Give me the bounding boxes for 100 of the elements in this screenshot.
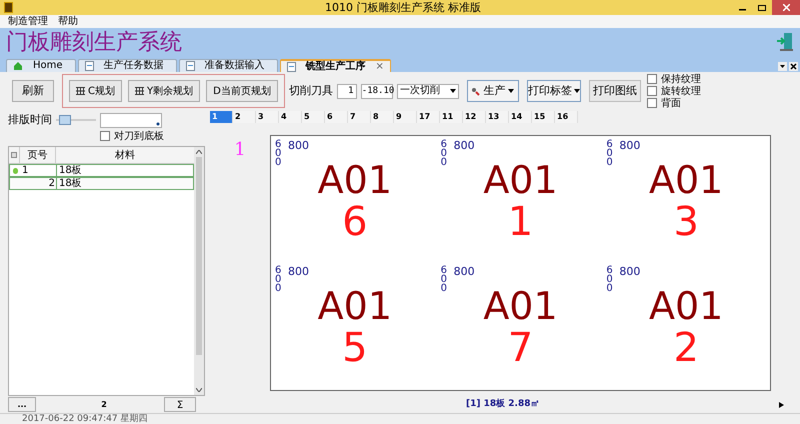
menu-item[interactable]: 制造管理	[8, 16, 48, 26]
page-tab[interactable]: 3	[256, 111, 279, 123]
plan-button[interactable]: Y剩余规划	[128, 80, 200, 102]
dropdown-arrow-icon[interactable]	[778, 62, 787, 71]
tool-number-field[interactable]: 1	[336, 84, 357, 98]
row-count: 2	[100, 398, 108, 410]
page-tab[interactable]: 6	[325, 111, 348, 123]
close-icon[interactable]	[789, 62, 798, 71]
document-icon	[286, 62, 296, 72]
produce-button[interactable]: 生产	[466, 80, 519, 102]
option-label: 旋转纹理	[660, 86, 701, 96]
option-label: 背面	[660, 98, 681, 108]
search-field[interactable]	[100, 112, 162, 128]
document-icon	[84, 61, 94, 71]
table-row[interactable]: 2 18板	[9, 177, 194, 190]
checkbox[interactable]	[100, 131, 110, 141]
table-cell: 2	[21, 178, 57, 189]
more-button[interactable]: ...	[8, 397, 36, 412]
checkbox[interactable]	[646, 86, 657, 96]
page-tab[interactable]: 12	[463, 111, 486, 123]
exit-door-icon[interactable]	[776, 32, 794, 52]
layout-time-label: 排版时间	[8, 112, 52, 128]
tab[interactable]: 铣型生产工序 ×	[280, 59, 391, 72]
part-number: 1	[508, 200, 534, 244]
plan-button[interactable]: D当前页规划	[206, 80, 278, 102]
page-tab[interactable]: 17	[417, 111, 440, 123]
tools-icon	[471, 86, 480, 96]
search-icon	[156, 122, 161, 126]
column-header: 材料	[114, 148, 136, 163]
part-width: 800	[619, 266, 640, 277]
table-row[interactable]: 1 18板	[9, 164, 194, 177]
slider-thumb[interactable]	[58, 115, 71, 125]
part-height: 600	[440, 266, 448, 293]
refresh-button[interactable]: 刷新	[12, 80, 54, 102]
scroll-down-icon[interactable]	[196, 388, 202, 392]
page-tab[interactable]: 8	[371, 111, 394, 123]
page-tab[interactable]: 16	[555, 111, 578, 123]
part-number: 3	[673, 200, 699, 244]
page-tab[interactable]: 2	[233, 111, 256, 123]
part-number: 2	[673, 326, 699, 370]
tab-close-button[interactable]: ×	[376, 59, 384, 74]
tool-offset-field[interactable]: -18.10	[360, 84, 393, 98]
close-icon	[782, 4, 790, 11]
document-icon	[186, 61, 195, 71]
scroll-up-icon[interactable]	[196, 150, 202, 154]
grid-icon	[76, 87, 85, 95]
part-height: 600	[606, 140, 614, 167]
sheet-number: 1	[233, 138, 247, 162]
current-row-icon	[13, 168, 18, 174]
page-tab[interactable]: 13	[486, 111, 509, 123]
part-width: 800	[288, 140, 309, 151]
part-width: 800	[454, 140, 475, 151]
cut-mode-select[interactable]: 一次切削	[396, 84, 459, 98]
page-tab[interactable]: 4	[279, 111, 302, 123]
part-height: 600	[275, 140, 282, 167]
tab[interactable]: 生产任务数据	[78, 59, 177, 72]
part-code: A01	[318, 286, 392, 326]
tab[interactable]: 准备数据输入	[178, 59, 278, 72]
page-tab[interactable]: 1	[210, 111, 233, 123]
part-code: A01	[648, 160, 724, 200]
caret-icon	[508, 89, 514, 93]
sum-button[interactable]: Σ	[164, 397, 196, 412]
next-page-icon[interactable]	[779, 402, 784, 408]
grid-icon	[134, 87, 144, 95]
page-tab[interactable]: 15	[532, 111, 555, 123]
part-width: 800	[619, 140, 640, 151]
part-height: 600	[440, 140, 448, 167]
plan-button[interactable]: C规划	[69, 80, 122, 102]
part-code: A01	[318, 160, 392, 200]
tab[interactable]: Home	[6, 59, 76, 72]
checkbox[interactable]	[646, 98, 657, 108]
part-number: 7	[508, 326, 534, 370]
part-width: 800	[454, 266, 475, 277]
option-label: 保持纹理	[660, 74, 701, 84]
page-tab[interactable]: 9	[394, 111, 417, 123]
table-cell-text: 18板	[58, 165, 83, 176]
part-code: A01	[483, 286, 558, 326]
page-tab[interactable]: 14	[509, 111, 532, 123]
part-number: 6	[342, 200, 368, 244]
checkbox[interactable]	[646, 74, 657, 84]
summary-text: [1] 18板 2.88㎡	[466, 398, 540, 411]
part-number: 5	[342, 326, 368, 370]
page-tab[interactable]: 11	[440, 111, 463, 123]
part-width: 800	[288, 266, 309, 277]
part-height: 600	[606, 266, 614, 293]
align-option-label: 对刀到底板	[114, 130, 164, 142]
caret-icon	[450, 89, 456, 93]
close-button[interactable]	[772, 0, 800, 15]
part-code: A01	[648, 286, 724, 326]
app-heading: 门板雕刻生产系统	[6, 29, 182, 57]
page-tab[interactable]: 5	[302, 111, 325, 123]
page-tab[interactable]: 7	[348, 111, 371, 123]
table-cell: 1	[21, 165, 57, 176]
table-cell-text: 18板	[58, 178, 83, 189]
window-title: 1010 门板雕刻生产系统 标准版	[325, 0, 481, 15]
part-code: A01	[483, 160, 558, 200]
caret-icon	[574, 89, 580, 93]
print-labels-button[interactable]: 打印标签	[526, 80, 581, 102]
menu-item[interactable]: 帮助	[58, 16, 78, 26]
print-drawing-button[interactable]: 打印图纸	[588, 80, 641, 102]
